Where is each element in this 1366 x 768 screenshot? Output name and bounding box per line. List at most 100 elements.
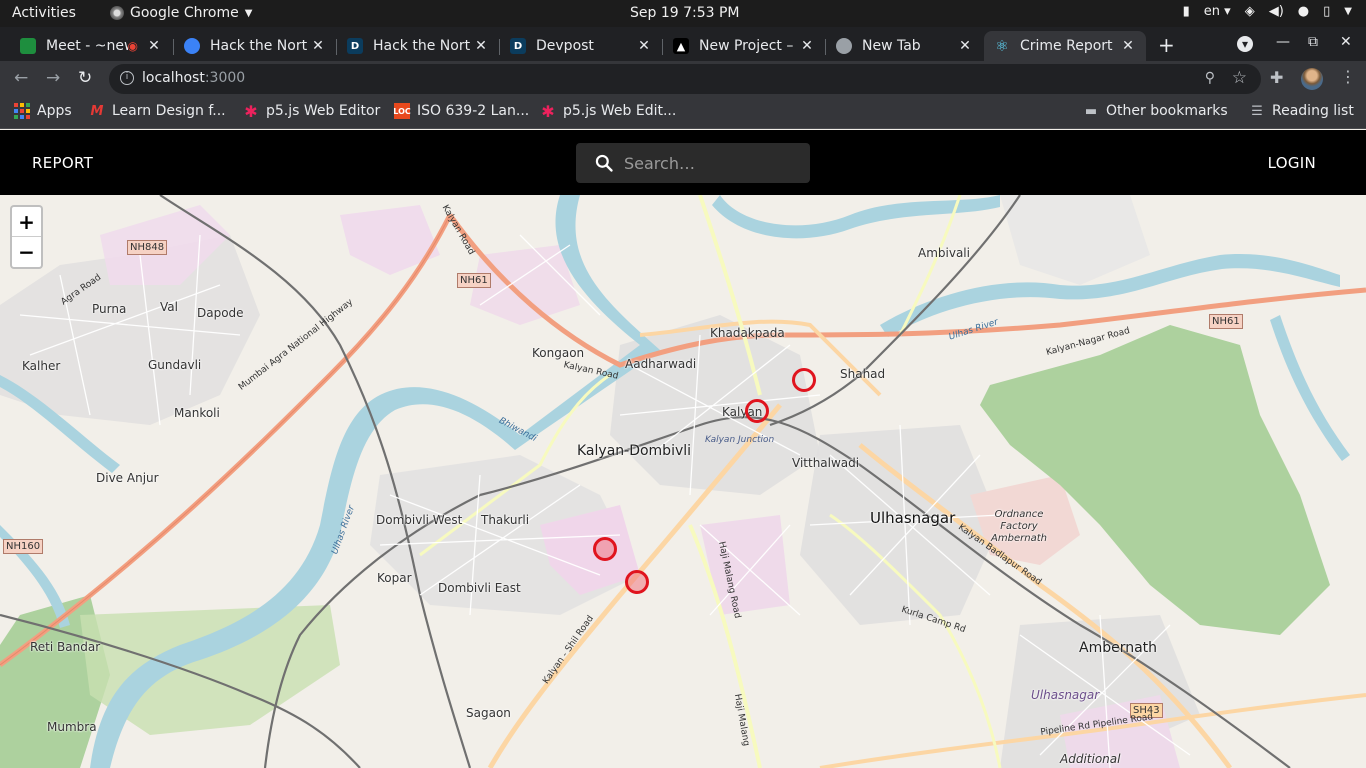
clipboard-icon: ▮	[1182, 4, 1190, 19]
bookmark-p5js-1[interactable]: ✱ p5.js Web Editor	[243, 101, 381, 121]
place-label: Ulhasnagar	[870, 509, 956, 527]
bookmarks-bar: Apps M Learn Design f... ✱ p5.js Web Edi…	[0, 96, 1366, 129]
bookmark-label: p5.js Web Edit...	[563, 103, 677, 119]
close-icon[interactable]: ✕	[308, 38, 328, 54]
close-icon[interactable]: ✕	[955, 38, 975, 54]
location-icon[interactable]: ⚲	[1205, 70, 1215, 86]
bookmark-other[interactable]: ▬ Other bookmarks	[1083, 103, 1228, 119]
crime-marker[interactable]	[745, 399, 769, 423]
url-text: localhost:3000	[142, 70, 245, 86]
close-icon[interactable]: ✕	[144, 38, 164, 54]
close-icon[interactable]: ✕	[797, 38, 817, 54]
place-label: Dombivli East	[438, 581, 521, 595]
chrome-icon	[110, 6, 124, 20]
search-input[interactable]	[624, 151, 800, 175]
tab-title: Hack the North	[210, 38, 308, 54]
place-label: Thakurli	[481, 513, 530, 527]
microphone-icon: ●	[1297, 4, 1310, 19]
language-indicator[interactable]: en ▾	[1204, 4, 1231, 19]
report-button[interactable]: REPORT	[32, 154, 93, 172]
crime-marker[interactable]	[625, 570, 649, 594]
globe-icon	[184, 38, 200, 54]
devpost-icon: D	[510, 38, 526, 54]
tab-crime-report[interactable]: ⚛ Crime Report ✕	[984, 31, 1146, 61]
zoom-control: + −	[10, 205, 43, 269]
more-menu-icon[interactable]: ⋮	[1340, 67, 1356, 86]
bookmark-label: Reading list	[1272, 103, 1354, 119]
tab-title: New Project –	[699, 38, 794, 54]
close-window-button[interactable]: ✕	[1340, 34, 1352, 50]
close-icon[interactable]: ✕	[471, 38, 491, 54]
map-view[interactable]: + − Ambivali Purna Val Dapode Kalher Gun…	[0, 195, 1366, 768]
bookmark-label: Apps	[37, 103, 72, 119]
new-tab-button[interactable]: +	[1158, 33, 1175, 57]
clock[interactable]: Sep 19 7:53 PM	[630, 5, 740, 21]
place-label: Ordnance Factory Ambernath	[991, 509, 1047, 544]
bookmark-label: p5.js Web Editor	[266, 103, 381, 119]
place-label: Sagaon	[466, 706, 511, 720]
tab-new-project[interactable]: ▲ New Project – ✕	[663, 31, 825, 61]
back-button[interactable]: ←	[14, 68, 28, 88]
avatar[interactable]	[1301, 68, 1323, 90]
bookmark-learn-design[interactable]: M Learn Design f...	[89, 103, 226, 119]
chevron-down-icon: ▼	[1344, 6, 1352, 17]
crime-marker[interactable]	[792, 368, 816, 392]
tab-new-tab[interactable]: New Tab ✕	[826, 31, 983, 61]
bookmark-label: Learn Design f...	[112, 103, 226, 119]
app-menu[interactable]: Google Chrome ▼	[110, 5, 252, 21]
place-label: Additional	[1060, 752, 1121, 766]
info-icon[interactable]: i	[120, 71, 134, 85]
zoom-in-button[interactable]: +	[12, 207, 41, 237]
minimize-button[interactable]: —	[1276, 34, 1290, 50]
meet-icon	[20, 38, 36, 54]
app-menu-label: Google Chrome	[130, 5, 239, 21]
login-button[interactable]: LOGIN	[1268, 154, 1316, 172]
maximize-button[interactable]: ⧉	[1308, 34, 1318, 50]
bookmark-label: ISO 639-2 Lan...	[417, 103, 530, 119]
p5-star-icon: ✱	[244, 101, 258, 121]
road-name: Kalyan Junction	[705, 435, 775, 445]
devpost-icon: D	[347, 38, 363, 54]
zoom-out-button[interactable]: −	[12, 237, 41, 267]
activities-button[interactable]: Activities	[12, 5, 76, 21]
tab-meet[interactable]: Meet - ~new ◉ ✕	[10, 31, 172, 61]
tab-hack-the-north-2[interactable]: D Hack the North ✕	[337, 31, 499, 61]
close-icon[interactable]: ✕	[1118, 38, 1138, 54]
crime-marker[interactable]	[593, 537, 617, 561]
tab-search-icon[interactable]: ▾	[1237, 36, 1253, 52]
place-label: Gundavli	[148, 358, 202, 372]
place-label: Purna	[92, 302, 127, 316]
chevron-down-icon: ▼	[244, 7, 253, 19]
bookmark-p5js-2[interactable]: ✱ p5.js Web Edit...	[540, 102, 677, 121]
tab-hack-the-north-1[interactable]: Hack the North ✕	[174, 31, 336, 61]
system-tray[interactable]: ▮ en ▾ ◈ ◀) ● ▯ ▼	[1183, 4, 1352, 19]
place-label: Kalyan-Dombivli	[577, 443, 692, 459]
close-icon[interactable]: ✕	[634, 38, 654, 54]
reload-button[interactable]: ↻	[78, 68, 92, 88]
browser-toolbar: ← → ↻ i localhost:3000 ⚲ ☆	[0, 61, 1366, 96]
map-tiles	[0, 195, 1366, 768]
road-tag: NH61	[1209, 314, 1243, 329]
tab-title: Devpost	[536, 38, 594, 54]
forward-button[interactable]: →	[46, 68, 60, 88]
chrome-icon	[836, 38, 852, 54]
extensions-icon[interactable]: ✚	[1270, 68, 1283, 87]
bookmark-star-icon[interactable]: ☆	[1232, 68, 1247, 88]
place-label: Ambernath	[1079, 640, 1158, 656]
place-label: Kongaon	[532, 346, 585, 360]
place-label: Dive Anjur	[96, 471, 159, 485]
place-label: Khadakpada	[710, 326, 785, 340]
search-box[interactable]	[576, 143, 810, 183]
apps-grid-icon	[14, 103, 30, 119]
tab-title: Meet - ~new	[46, 38, 128, 54]
tab-devpost[interactable]: D Devpost ✕	[500, 31, 662, 61]
app-navbar: REPORT LOGIN	[0, 130, 1366, 195]
bookmark-reading-list[interactable]: ☰ Reading list	[1249, 103, 1354, 119]
place-label: Dombivli West	[376, 513, 463, 527]
search-icon	[595, 154, 613, 172]
folder-icon: ▬	[1084, 103, 1098, 119]
place-label: Aadharwadi	[625, 357, 697, 371]
bookmark-apps[interactable]: Apps	[14, 103, 72, 119]
address-bar[interactable]: i localhost:3000 ⚲ ☆	[109, 64, 1261, 94]
bookmark-iso-639[interactable]: LOC ISO 639-2 Lan...	[393, 103, 530, 119]
